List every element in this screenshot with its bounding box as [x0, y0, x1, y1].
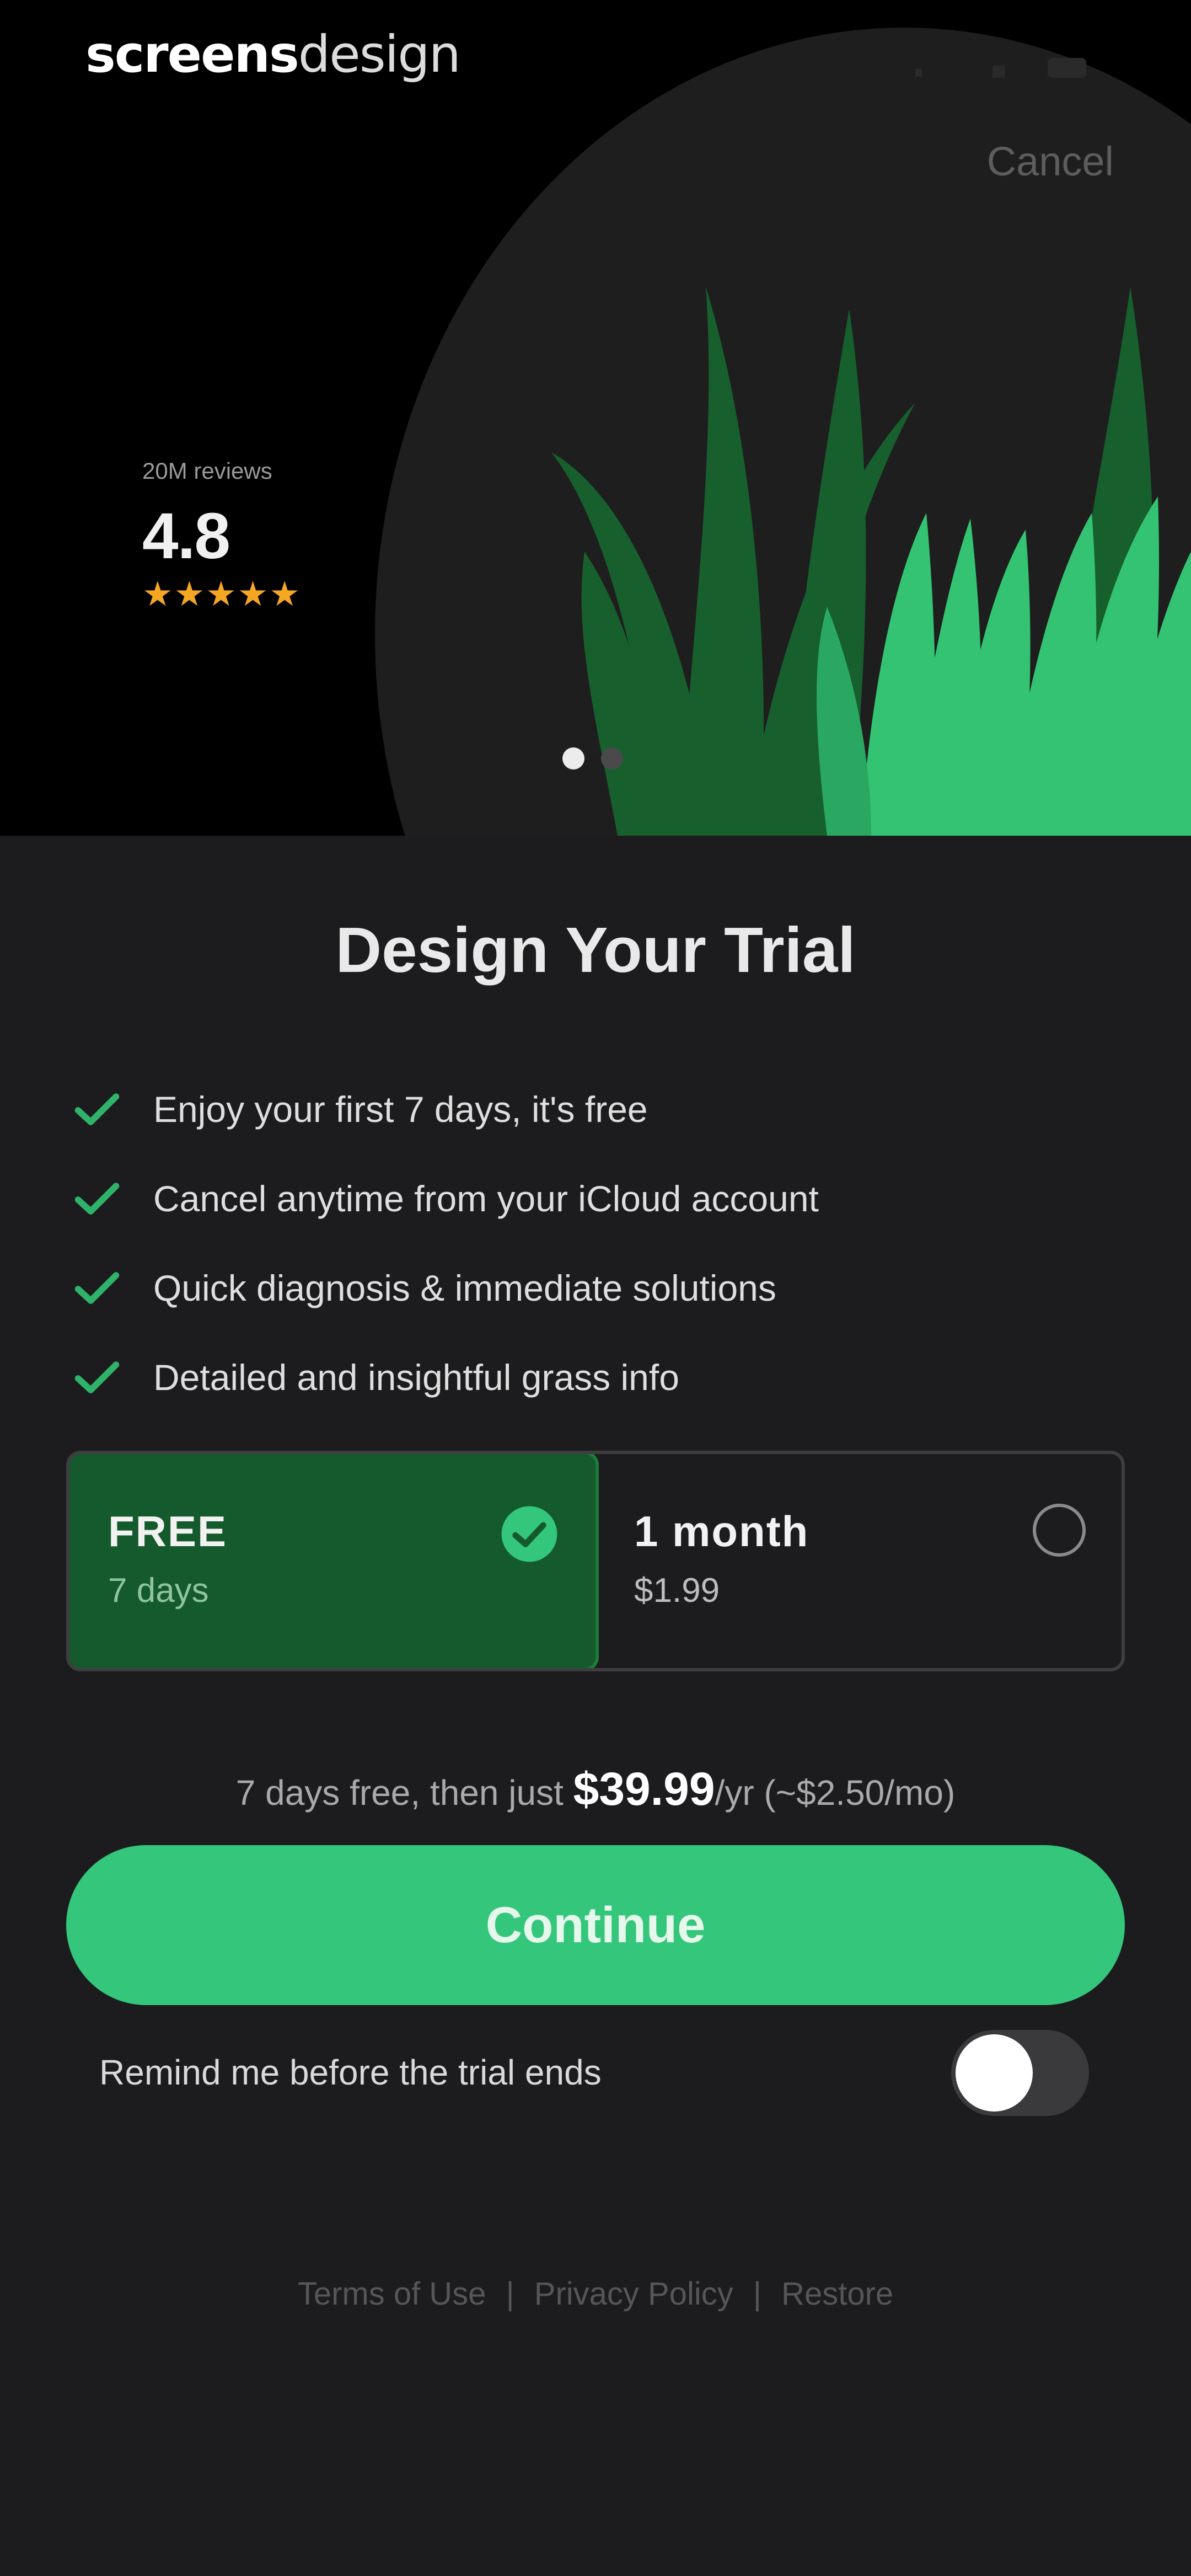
plan-duration: 7 days: [108, 1572, 209, 1610]
carousel-dot-1[interactable]: [562, 747, 584, 769]
rating-block: 20M reviews 4.8 ★★★★★: [142, 458, 301, 614]
restore-link[interactable]: Restore: [781, 2276, 893, 2312]
brand-logo: screensdesign: [85, 25, 461, 84]
price-amount: $39.99: [573, 1763, 715, 1815]
plan-name: FREE: [108, 1507, 228, 1556]
feature-text: Enjoy your first 7 days, it's free: [153, 1089, 648, 1130]
hero-banner: screensdesign Cancel 20M reviews 4.8 ★★★…: [0, 0, 1191, 836]
stars-icon: ★★★★★: [142, 575, 301, 613]
radio-icon[interactable]: [1033, 1504, 1086, 1557]
page-title: Design Your Trial: [335, 914, 856, 986]
remind-toggle[interactable]: [951, 2030, 1089, 2116]
grass-illustration: [375, 28, 1191, 836]
privacy-link[interactable]: Privacy Policy: [534, 2276, 733, 2312]
cancel-button[interactable]: Cancel: [987, 138, 1114, 185]
terms-link[interactable]: Terms of Use: [298, 2276, 486, 2312]
battery-icon: [1048, 58, 1086, 78]
plan-option-1-month[interactable]: 1 month $1.99: [596, 1454, 1122, 1668]
checkmark-icon: [74, 1361, 120, 1393]
remind-label: Remind me before the trial ends: [99, 2053, 602, 2092]
signal-icon: [915, 69, 922, 77]
list-item: Cancel anytime from your iCloud account: [72, 1154, 819, 1243]
rating-score: 4.8: [142, 500, 230, 573]
feature-text: Quick diagnosis & immediate solutions: [153, 1268, 776, 1308]
checkmark-icon: [74, 1272, 120, 1304]
checkmark-icon: [74, 1183, 120, 1215]
feature-text: Detailed and insightful grass info: [153, 1357, 679, 1398]
price-summary: 7 days free, then just $39.99/yr (~$2.50…: [235, 1763, 956, 1815]
status-bar-icons: [915, 58, 1086, 78]
plan-selector: FREE 7 days 1 month $1.99: [66, 1451, 1125, 1671]
separator: |: [753, 2276, 761, 2312]
review-count: 20M reviews: [142, 458, 272, 484]
feature-list: Enjoy your first 7 days, it's free Cance…: [72, 1065, 819, 1422]
plan-name: 1 month: [634, 1507, 809, 1556]
wifi-icon: [993, 66, 1005, 78]
carousel-dot-2[interactable]: [601, 747, 623, 769]
plan-price: $1.99: [634, 1572, 720, 1610]
list-item: Detailed and insightful grass info: [72, 1333, 819, 1422]
list-item: Enjoy your first 7 days, it's free: [72, 1065, 819, 1154]
check-circle-icon: [501, 1506, 557, 1562]
continue-button[interactable]: Continue: [66, 1845, 1125, 2005]
plan-option-free[interactable]: FREE 7 days: [69, 1454, 599, 1668]
checkmark-icon: [74, 1093, 120, 1125]
footer-links: Terms of Use | Privacy Policy | Restore: [0, 2275, 1191, 2312]
separator: |: [506, 2276, 514, 2312]
feature-text: Cancel anytime from your iCloud account: [153, 1178, 819, 1219]
toggle-knob: [956, 2034, 1033, 2112]
list-item: Quick diagnosis & immediate solutions: [72, 1243, 819, 1333]
carousel-dots[interactable]: [562, 747, 623, 769]
